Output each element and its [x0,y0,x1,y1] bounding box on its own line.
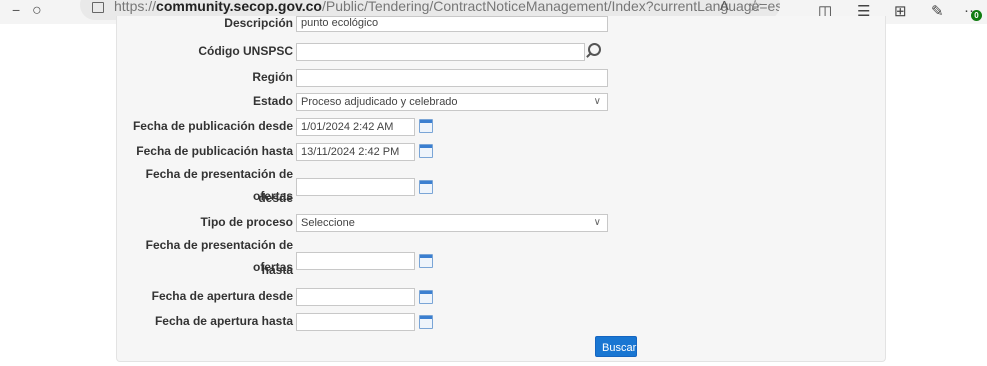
chevron-down-icon: ∨ [593,217,601,228]
calendar-icon[interactable] [419,254,433,268]
minimize-icon[interactable]: − [12,2,20,18]
pres-hasta-label-line2: hasta [261,263,293,277]
estado-label: Estado [252,94,293,108]
pub-desde-input[interactable]: 1/01/2024 2:42 AM [296,118,415,136]
descripcion-label: Descripción [224,16,293,30]
refresh-icon[interactable]: ○ [32,2,42,20]
descripcion-input[interactable]: punto ecológico [296,16,608,32]
calendar-icon[interactable] [419,180,433,194]
estado-select[interactable]: Proceso adjudicado y celebrado ∨ [296,93,608,111]
read-aloud-icon[interactable]: A [720,0,729,13]
apertura-hasta-label: Fecha de apertura hasta [154,314,293,328]
pres-desde-label-line2: desde [258,191,293,205]
estado-selected-value: Proceso adjudicado y celebrado [301,96,458,108]
extensions-icon[interactable]: ✎ [931,2,944,20]
region-input[interactable] [296,69,608,87]
pub-hasta-input[interactable]: 13/11/2024 2:42 PM [296,143,415,161]
buscar-button[interactable]: Buscar [595,336,637,357]
tipo-proceso-select[interactable]: Seleccione ∨ [296,214,608,232]
chevron-down-icon: ∨ [593,96,601,107]
notification-badge: 0 [971,10,982,21]
region-label: Región [252,70,293,84]
unspsc-label: Código UNSPSC [198,44,293,58]
unspsc-input[interactable] [296,43,585,61]
url-text: https://community.secop.gov.co/Public/Te… [114,0,780,14]
tipo-proceso-label: Tipo de proceso [200,215,293,229]
pres-desde-input[interactable] [296,178,415,196]
pub-desde-label: Fecha de publicación desde [132,119,293,133]
calendar-icon[interactable] [419,315,433,329]
collections-icon[interactable]: ⊞ [894,2,907,20]
apertura-hasta-input[interactable] [296,313,415,331]
tipo-proceso-selected-value: Seleccione [301,217,355,229]
calendar-icon[interactable] [419,119,433,133]
pub-hasta-label: Fecha de publicación hasta [136,144,293,158]
pres-hasta-input[interactable] [296,252,415,270]
calendar-icon[interactable] [419,144,433,158]
apertura-desde-input[interactable] [296,288,415,306]
calendar-icon[interactable] [419,290,433,304]
search-form-panel: Descripción punto ecológico Código UNSPS… [116,16,886,362]
search-icon[interactable] [588,43,601,56]
favorite-star-icon[interactable]: ☆ [748,0,762,16]
lock-icon [92,2,104,13]
apertura-desde-label: Fecha de apertura desde [151,289,293,303]
